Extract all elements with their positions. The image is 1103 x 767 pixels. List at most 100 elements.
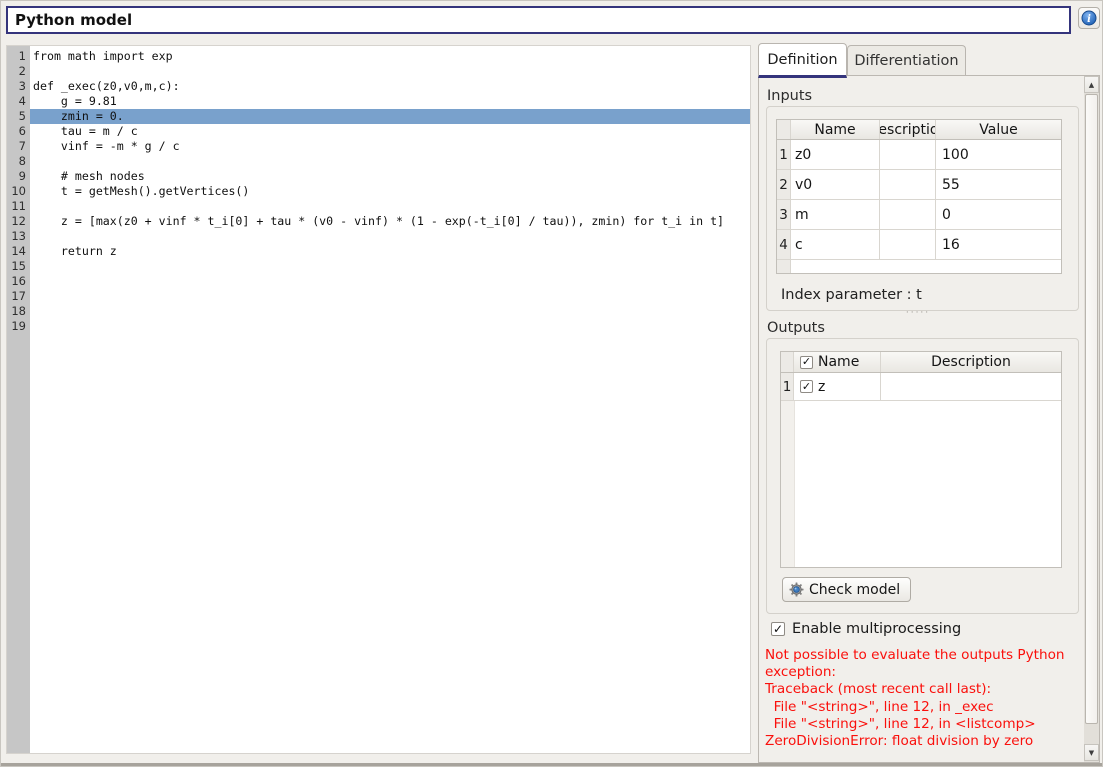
code-line[interactable]: 18 [7, 304, 750, 319]
outputs-table-row[interactable]: 1 z [781, 373, 1061, 401]
code-line[interactable]: 6 tau = m / c [7, 124, 750, 139]
outputs-table-header: Name Description [781, 352, 1061, 373]
tab-definition[interactable]: Definition [758, 43, 847, 78]
code-line[interactable]: 13 [7, 229, 750, 244]
output-row-checkbox[interactable] [800, 380, 813, 393]
line-number: 11 [7, 199, 30, 214]
code-line[interactable]: 11 [7, 199, 750, 214]
input-name-cell[interactable]: z0 [791, 140, 880, 169]
line-number: 7 [7, 139, 30, 154]
code-line[interactable]: 17 [7, 289, 750, 304]
inputs-table-row[interactable]: 1 z0 100 [777, 140, 1061, 170]
input-name-cell[interactable]: c [791, 230, 880, 259]
input-value-cell[interactable]: 16 [936, 230, 1061, 259]
inputs-table-row[interactable]: 2 v0 55 [777, 170, 1061, 200]
code-text: zmin = 0. [30, 109, 750, 124]
input-value-cell[interactable]: 100 [936, 140, 1061, 169]
code-text [30, 64, 750, 79]
input-description-cell[interactable] [880, 200, 936, 229]
error-message-line: exception: [765, 664, 1083, 681]
code-text [30, 229, 750, 244]
code-text: return z [30, 244, 750, 259]
line-number: 6 [7, 124, 30, 139]
input-description-cell[interactable] [880, 230, 936, 259]
code-text: # mesh nodes [30, 169, 750, 184]
multiprocessing-checkbox[interactable] [771, 622, 785, 636]
line-number: 9 [7, 169, 30, 184]
line-number: 16 [7, 274, 30, 289]
input-description-cell[interactable] [880, 170, 936, 199]
window-title-bar: Python model [6, 6, 1071, 34]
error-message-line: ZeroDivisionError: float division by zer… [765, 733, 1083, 750]
code-text: tau = m / c [30, 124, 750, 139]
inputs-column-header-name[interactable]: Name [791, 120, 880, 139]
outputs-select-all-checkbox[interactable] [800, 356, 813, 369]
input-description-cell[interactable] [880, 140, 936, 169]
input-value-cell[interactable]: 55 [936, 170, 1061, 199]
line-number: 1 [7, 49, 30, 64]
line-number: 12 [7, 214, 30, 229]
scrollbar-down-arrow-icon[interactable]: ▼ [1084, 744, 1099, 761]
input-value-cell[interactable]: 0 [936, 200, 1061, 229]
svg-text:i: i [1087, 14, 1091, 25]
multiprocessing-label: Enable multiprocessing [792, 621, 961, 637]
code-line[interactable]: 10 t = getMesh().getVertices() [7, 184, 750, 199]
outputs-corner-header [781, 352, 794, 372]
code-line[interactable]: 14 return z [7, 244, 750, 259]
code-text [30, 259, 750, 274]
line-number: 15 [7, 259, 30, 274]
code-line[interactable]: 15 [7, 259, 750, 274]
code-line[interactable]: 9 # mesh nodes [7, 169, 750, 184]
line-number: 3 [7, 79, 30, 94]
check-model-button[interactable]: Check model [782, 577, 911, 602]
inputs-corner-header [777, 120, 791, 139]
row-number: 2 [777, 170, 791, 199]
code-line[interactable]: 12 z = [max(z0 + vinf * t_i[0] + tau * (… [7, 214, 750, 229]
code-text [30, 319, 750, 334]
inputs-table-row[interactable]: 3 m 0 [777, 200, 1061, 230]
row-number: 4 [777, 230, 791, 259]
scrollbar-thumb[interactable] [1085, 94, 1098, 724]
code-line[interactable]: 3 def _exec(z0,v0,m,c): [7, 79, 750, 94]
error-message-line: Not possible to evaluate the outputs Pyt… [765, 647, 1083, 664]
outputs-column-header-name[interactable]: Name [794, 352, 881, 372]
scrollbar-up-arrow-icon[interactable]: ▲ [1084, 76, 1099, 93]
code-line[interactable]: 19 [7, 319, 750, 334]
inputs-column-header-value[interactable]: Value [936, 120, 1061, 139]
code-line[interactable]: 4 g = 9.81 [7, 94, 750, 109]
line-number: 5 [7, 109, 30, 124]
panel-scrollbar[interactable]: ▲ ▼ [1084, 76, 1099, 762]
code-line[interactable]: 16 [7, 274, 750, 289]
line-number: 10 [7, 184, 30, 199]
line-number: 13 [7, 229, 30, 244]
row-number: 1 [781, 373, 794, 400]
code-editor[interactable]: 1 from math import exp 2 3 def _exec(z0,… [6, 45, 751, 754]
inputs-column-header-description[interactable]: Description [880, 120, 936, 139]
outputs-column-header-description[interactable]: Description [881, 352, 1061, 372]
code-line[interactable]: 8 [7, 154, 750, 169]
code-text [30, 154, 750, 169]
line-number: 4 [7, 94, 30, 109]
window-title: Python model [15, 11, 132, 29]
splitter-handle[interactable]: ····· [901, 309, 935, 317]
tab-differentiation[interactable]: Differentiation [847, 45, 966, 75]
inputs-table-header: Name Description Value [777, 120, 1061, 140]
info-button[interactable]: i [1078, 7, 1100, 29]
line-number: 14 [7, 244, 30, 259]
line-number: 19 [7, 319, 30, 334]
check-model-button-label: Check model [809, 582, 900, 598]
input-name-cell[interactable]: v0 [791, 170, 880, 199]
code-line[interactable]: 5 zmin = 0. [7, 109, 750, 124]
output-name-cell[interactable]: z [794, 373, 881, 400]
input-name-cell[interactable]: m [791, 200, 880, 229]
output-description-cell[interactable] [881, 373, 1061, 400]
code-line[interactable]: 7 vinf = -m * g / c [7, 139, 750, 154]
outputs-table-body: 1 z [781, 373, 1061, 401]
code-text: vinf = -m * g / c [30, 139, 750, 154]
inputs-table-row[interactable]: 4 c 16 [777, 230, 1061, 260]
code-text: t = getMesh().getVertices() [30, 184, 750, 199]
code-line[interactable]: 2 [7, 64, 750, 79]
outputs-section-label: Outputs [767, 320, 825, 336]
code-line[interactable]: 1 from math import exp [7, 49, 750, 64]
error-message: Not possible to evaluate the outputs Pyt… [765, 647, 1083, 750]
